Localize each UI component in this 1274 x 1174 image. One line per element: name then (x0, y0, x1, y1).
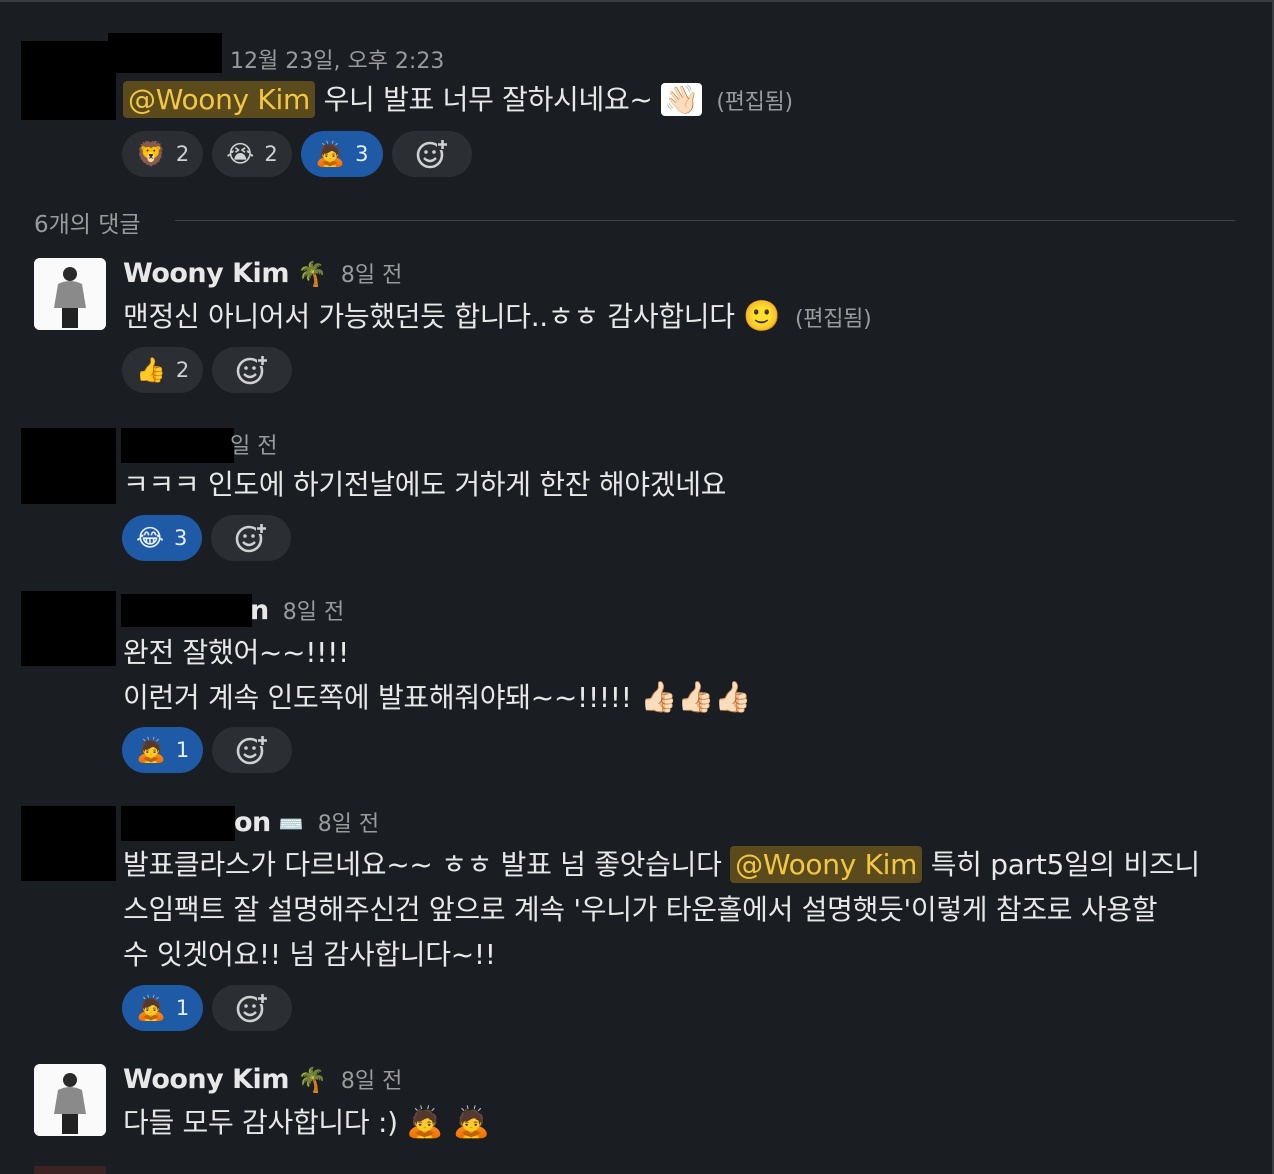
message-body: 이런거 계속 인도쪽에 발표해줘야돼~~!!!!! (123, 681, 632, 714)
message-line: 완전 잘했어~~!!!! (123, 636, 349, 669)
message-body: 맨정신 아니어서 가능했던듯 합니다..ㅎㅎ 감사합니다 (123, 300, 735, 333)
reaction-emoji-icon: 😂 (136, 524, 165, 552)
edited-label: (편집됨) (716, 90, 793, 115)
add-reaction-button[interactable] (391, 131, 472, 177)
redacted-avatar (21, 41, 116, 120)
message-text: 다들 모두 감사합니다 :) 🙇 🙇 (123, 1100, 490, 1145)
add-reaction-icon (416, 139, 448, 169)
status-palm-icon: 🌴 (296, 1066, 327, 1094)
reaction-emoji-icon: 😭 (226, 140, 255, 168)
message-line: 스임팩트 잘 설명해주신건 앞으로 계속 '우니가 타운홀에서 설명햇듯'이렇게… (123, 893, 1158, 926)
message-timestamp[interactable]: 일 전 (230, 428, 277, 460)
author-name-fragment[interactable]: n (250, 595, 269, 626)
reaction-pill[interactable]: 🦁 2 (122, 131, 204, 177)
message-body: 특히 part5일의 비즈니 (930, 848, 1200, 881)
message-text: 완전 잘했어~~!!!! 이런거 계속 인도쪽에 발표해줘야돼~~!!!!! 👍… (123, 630, 752, 720)
reaction-count: 3 (174, 526, 188, 550)
reaction-bar: 👍 2 (122, 347, 293, 393)
reaction-count: 3 (355, 142, 369, 166)
reaction-emoji-icon: 🙇 (136, 736, 166, 764)
message-body: 우니 발표 너무 잘하시네요~ (323, 83, 653, 116)
reaction-pill-active[interactable]: 🙇 1 (122, 727, 204, 773)
status-palm-icon: 🌴 (296, 260, 327, 288)
window-border-top (0, 0, 1274, 2)
redacted-avatar (21, 428, 116, 504)
redacted-author (121, 806, 235, 841)
reaction-pill-active[interactable]: 😂 3 (122, 515, 202, 561)
reaction-bar: 😂 3 (122, 515, 291, 561)
wave-emoji-icon: 👋🏻 (661, 83, 702, 116)
author-name[interactable]: Woony Kim (123, 258, 289, 289)
reaction-bar: 🦁 2 😭 2 🙇 3 (122, 131, 472, 177)
add-reaction-button[interactable] (212, 347, 293, 393)
message-timestamp[interactable]: 8일 전 (318, 806, 379, 838)
message-line: 발표클라스가 다르네요~~ ㅎㅎ 발표 넘 좋앗습니다 @Woony Kim 특… (123, 842, 1243, 887)
reaction-pill[interactable]: 👍 2 (122, 347, 204, 393)
message-timestamp[interactable]: 12월 23일, 오후 2:23 (230, 43, 444, 75)
redacted-author (121, 428, 234, 463)
reaction-count: 1 (175, 738, 190, 762)
message-text: @Woony Kim 우니 발표 너무 잘하시네요~ 👋🏻 (편집됨) (123, 77, 793, 125)
avatar[interactable] (34, 1064, 106, 1136)
reaction-pill-active[interactable]: 🙇 1 (122, 985, 204, 1031)
message-timestamp[interactable]: 8일 전 (341, 1063, 402, 1095)
reaction-emoji-icon: 👍 (136, 356, 166, 384)
reaction-emoji-icon: 🙇 (315, 140, 346, 168)
message-text: 발표클라스가 다르네요~~ ㅎㅎ 발표 넘 좋앗습니다 @Woony Kim 특… (123, 842, 1243, 977)
message-text: ㅋㅋㅋ 인도에 하기전날에도 거하게 한잔 해야겠네요 (123, 462, 726, 507)
message-body: ㅋㅋㅋ 인도에 하기전날에도 거하게 한잔 해야겠네요 (123, 468, 727, 501)
reaction-emoji-icon: 🙇 (136, 994, 166, 1022)
reaction-pill[interactable]: 😭 2 (212, 131, 293, 177)
thread-divider-line (175, 220, 1235, 221)
add-reaction-icon (236, 735, 269, 765)
author-name-fragment[interactable]: on (234, 807, 271, 838)
reaction-count: 2 (175, 142, 190, 166)
add-reaction-button[interactable] (211, 515, 291, 561)
reaction-count: 2 (264, 142, 278, 166)
reaction-count: 2 (175, 358, 190, 382)
reaction-bar: 🙇 1 (122, 985, 293, 1031)
redacted-author (121, 594, 252, 627)
avatar[interactable] (34, 258, 106, 330)
smile-emoji-icon: 🙂 (743, 299, 781, 334)
reaction-count: 1 (175, 996, 190, 1020)
add-reaction-icon (235, 523, 267, 553)
reply-count-label: 6개의 댓글 (34, 212, 141, 238)
add-reaction-icon (236, 355, 269, 385)
add-reaction-icon (236, 993, 269, 1023)
redacted-avatar (21, 806, 116, 881)
user-mention[interactable]: @Woony Kim (730, 846, 923, 883)
message-timestamp[interactable]: 8일 전 (283, 594, 344, 626)
reaction-emoji-icon: 🦁 (136, 140, 166, 168)
user-mention[interactable]: @Woony Kim (123, 81, 315, 118)
bow-emoji-icon: 🙇 🙇 (406, 1105, 490, 1140)
add-reaction-button[interactable] (212, 985, 293, 1031)
message-timestamp[interactable]: 8일 전 (341, 257, 402, 289)
redacted-author (108, 33, 222, 73)
message-line: 수 잇겟어요!! 넘 감사합니다~!! (123, 938, 496, 971)
message-body: 다들 모두 감사합니다 :) (123, 1106, 398, 1139)
message-text: 맨정신 아니어서 가능했던듯 합니다..ㅎㅎ 감사합니다 🙂 (편집됨) (123, 294, 872, 342)
redacted-next-avatar (34, 1166, 106, 1174)
add-reaction-button[interactable] (212, 727, 293, 773)
edited-label: (편집됨) (795, 307, 872, 332)
message-body: 발표클라스가 다르네요~~ ㅎㅎ 발표 넘 좋앗습니다 (123, 848, 722, 881)
status-keyboard-icon: ⌨️ (278, 812, 304, 836)
message-line: 이런거 계속 인도쪽에 발표해줘야돼~~!!!!! 👍🏻👍🏻👍🏻 (123, 675, 752, 720)
reaction-pill-active[interactable]: 🙇 3 (301, 131, 383, 177)
redacted-avatar (21, 591, 116, 666)
reaction-bar: 🙇 1 (122, 727, 293, 773)
author-name[interactable]: Woony Kim (123, 1064, 289, 1095)
thumbs-up-emoji-icon: 👍🏻👍🏻👍🏻 (640, 680, 752, 715)
